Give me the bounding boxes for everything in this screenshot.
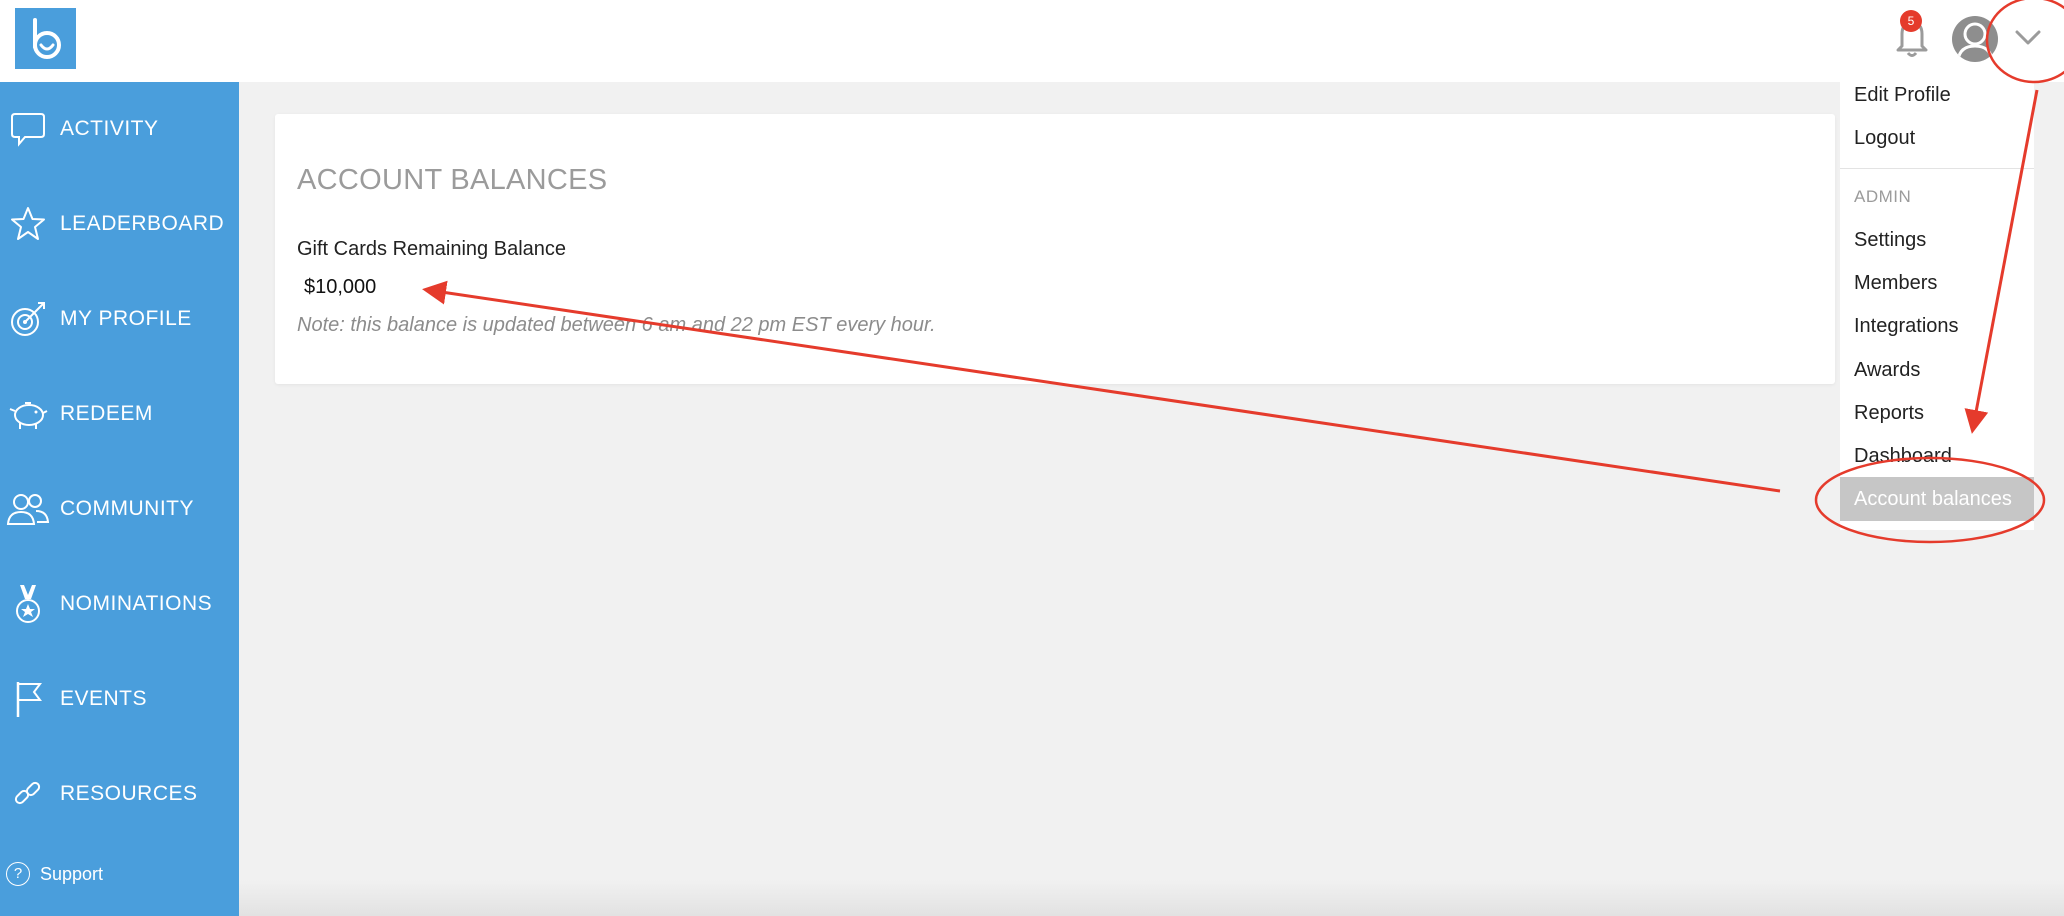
help-question-icon: ?: [6, 862, 30, 886]
link-icon: [6, 772, 50, 816]
star-icon: [6, 202, 50, 246]
menu-divider: [1840, 168, 2034, 169]
user-silhouette-icon: [1956, 22, 1994, 61]
piggy-bank-icon: [6, 392, 50, 436]
medal-icon: [6, 582, 50, 626]
sidebar-item-label: REDEEM: [60, 402, 153, 425]
menu-item-logout[interactable]: Logout: [1854, 127, 1915, 150]
menu-item-settings[interactable]: Settings: [1854, 229, 1926, 252]
menu-section-admin: ADMIN: [1854, 187, 1912, 206]
menu-item-edit-profile[interactable]: Edit Profile: [1854, 84, 1951, 107]
top-bar: 5: [0, 0, 2064, 82]
balance-label: Gift Cards Remaining Balance: [297, 238, 567, 260]
bonusly-logo[interactable]: [15, 8, 76, 69]
support-label: Support: [40, 863, 104, 884]
people-icon: [6, 487, 50, 531]
user-avatar[interactable]: [1952, 16, 1998, 62]
support-link[interactable]: ? Support: [6, 862, 103, 886]
sidebar-item-resources[interactable]: RESOURCES: [0, 764, 239, 824]
sidebar-item-nominations[interactable]: NOMINATIONS: [0, 574, 239, 634]
sidebar-item-label: LEADERBOARD: [60, 212, 225, 235]
menu-item-dashboard[interactable]: Dashboard: [1854, 445, 1952, 468]
sidebar-item-events[interactable]: EVENTS: [0, 669, 239, 729]
sidebar-item-redeem[interactable]: REDEEM: [0, 384, 239, 444]
menu-item-integrations[interactable]: Integrations: [1854, 315, 1959, 338]
menu-item-members[interactable]: Members: [1854, 272, 1937, 295]
page-title: ACCOUNT BALANCES: [297, 164, 608, 196]
balance-amount: $10,000: [304, 276, 377, 298]
account-balances-card: ACCOUNT BALANCES Gift Cards Remaining Ba…: [275, 114, 1835, 384]
sidebar-item-my-profile[interactable]: MY PROFILE: [0, 289, 239, 349]
sidebar-item-leaderboard[interactable]: LEADERBOARD: [0, 194, 239, 254]
sidebar-item-activity[interactable]: ACTIVITY: [0, 99, 239, 159]
target-arrow-icon: [6, 297, 50, 341]
logo-icon: [32, 17, 61, 59]
user-dropdown-menu: Edit Profile Logout ADMIN Settings Membe…: [1840, 75, 2034, 530]
sidebar-nav: ACTIVITY LEADERBOARD MY PROFILE REDEEM C…: [0, 82, 239, 916]
sidebar-item-label: COMMUNITY: [60, 497, 194, 520]
sidebar-item-label: ACTIVITY: [60, 117, 159, 140]
sidebar-item-community[interactable]: COMMUNITY: [0, 479, 239, 539]
menu-item-awards[interactable]: Awards: [1854, 359, 1920, 382]
user-menu-chevron-down-icon[interactable]: [2013, 22, 2043, 52]
bottom-shadow: [239, 880, 2064, 916]
balance-note: Note: this balance is updated between 6 …: [297, 314, 936, 336]
sidebar-item-label: NOMINATIONS: [60, 592, 213, 615]
notification-badge[interactable]: 5: [1900, 10, 1922, 32]
menu-item-account-balances[interactable]: Account balances: [1840, 477, 2034, 521]
sidebar-item-label: EVENTS: [60, 687, 148, 710]
sidebar-item-label: MY PROFILE: [60, 307, 192, 330]
sidebar-item-label: RESOURCES: [60, 782, 198, 805]
menu-item-reports[interactable]: Reports: [1854, 402, 1924, 425]
flag-icon: [6, 677, 50, 721]
chat-bubble-icon: [6, 107, 50, 151]
